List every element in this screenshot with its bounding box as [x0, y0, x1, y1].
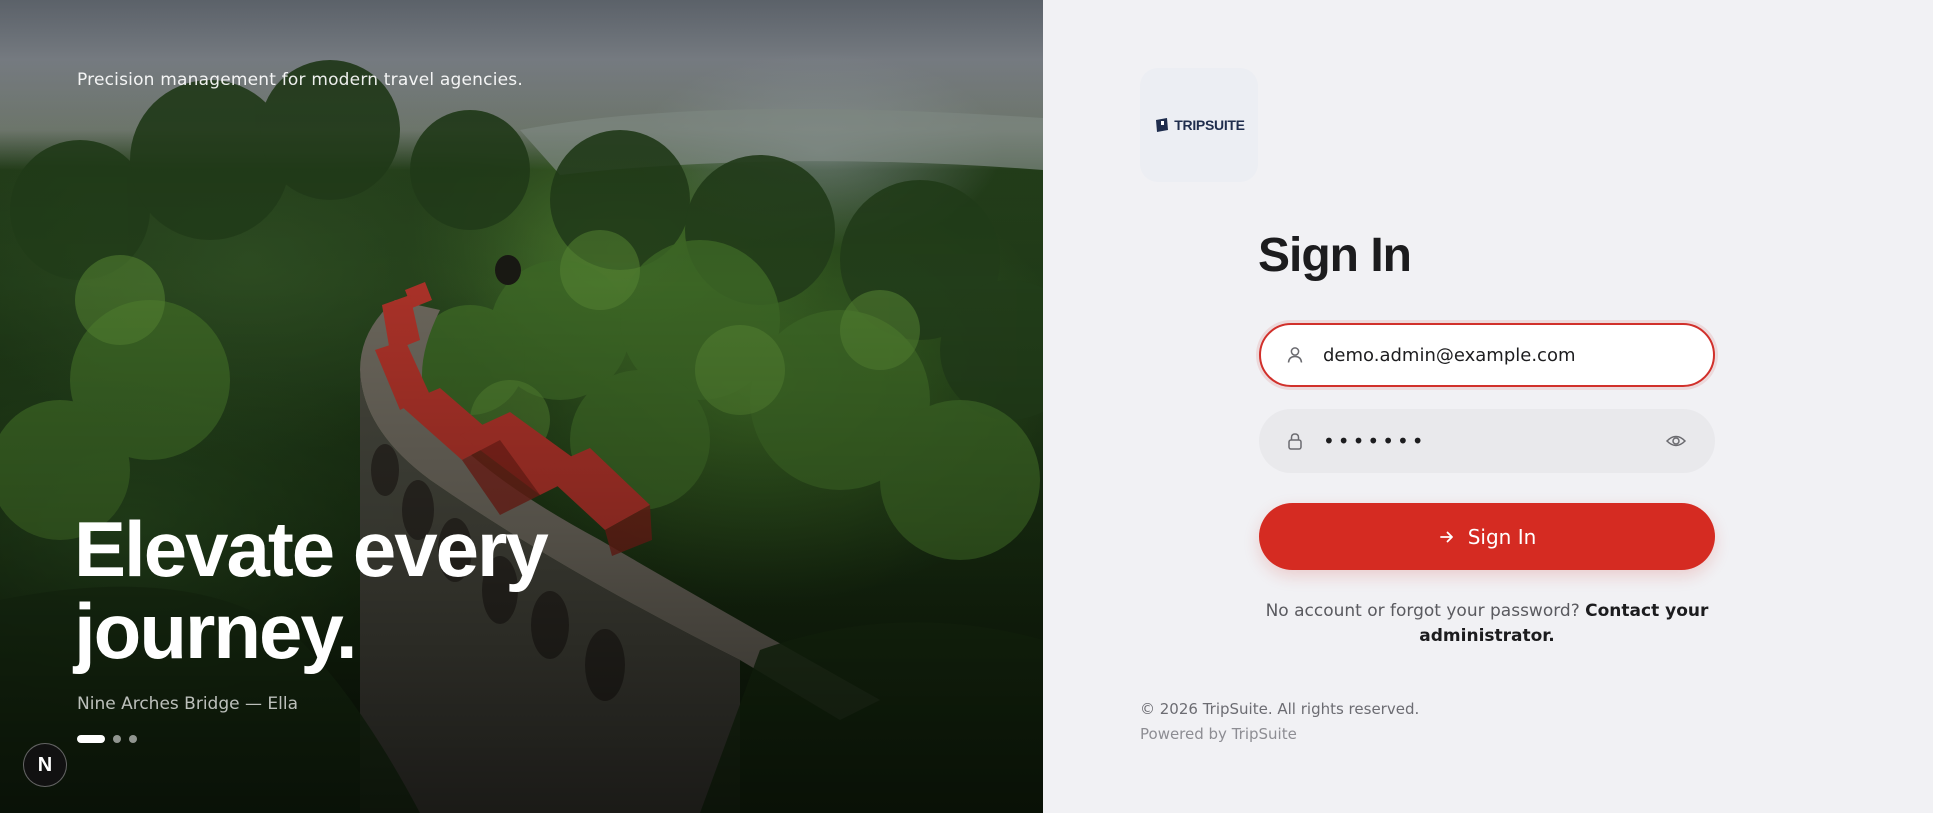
help-text: No account or forgot your password? Cont…: [1259, 599, 1715, 649]
powered-by-text: Powered by TripSuite: [1140, 725, 1297, 743]
show-password-button[interactable]: [1661, 426, 1691, 456]
password-field[interactable]: [1259, 409, 1715, 473]
logo-mark-icon: [1156, 118, 1169, 132]
hero-caption: Nine Arches Bridge — Ella: [77, 694, 298, 714]
user-icon: [1287, 347, 1303, 363]
slide-dot-2[interactable]: [113, 735, 121, 743]
logo-text: TRIPSUITE: [1174, 117, 1245, 133]
eye-icon: [1665, 435, 1687, 447]
signin-button[interactable]: Sign In: [1259, 503, 1715, 570]
brand-logo: TRIPSUITE: [1140, 68, 1258, 182]
slide-indicator: [77, 735, 137, 743]
slide-dot-1[interactable]: [77, 735, 105, 743]
signin-button-label: Sign In: [1467, 524, 1537, 549]
password-input[interactable]: [1321, 428, 1661, 454]
signin-title: Sign In: [1258, 229, 1412, 282]
signin-panel: TRIPSUITE Sign In demo.admin@example.com…: [1043, 0, 1933, 813]
copyright-text: © 2026 TripSuite. All rights reserved.: [1140, 700, 1420, 718]
login-page: Precision management for modern travel a…: [0, 0, 1933, 813]
email-input[interactable]: [1321, 343, 1713, 367]
hero-headline: Elevate every journey.: [74, 505, 549, 675]
hero-panel: Precision management for modern travel a…: [0, 0, 1043, 813]
lock-icon: [1288, 433, 1302, 450]
email-field[interactable]: [1259, 323, 1715, 387]
arrow-right-icon: [1439, 531, 1453, 542]
hero-tagline: Precision management for modern travel a…: [77, 70, 523, 90]
slide-dot-3[interactable]: [129, 735, 137, 743]
help-text-prefix: No account or forgot your password?: [1265, 601, 1580, 621]
n-badge[interactable]: N: [23, 743, 67, 787]
hero-overlay: [0, 0, 1043, 813]
